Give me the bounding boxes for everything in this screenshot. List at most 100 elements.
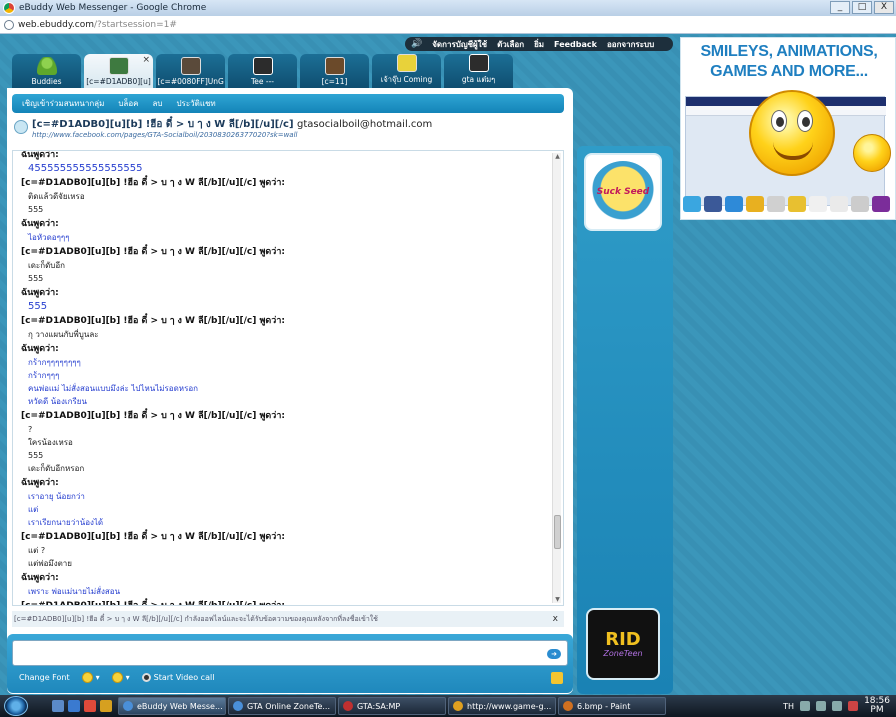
- history-link[interactable]: ประวัติแชท: [176, 97, 215, 110]
- address-bar[interactable]: web.ebuddy.com/?startsession=1#: [0, 16, 896, 34]
- animation-button[interactable]: ▾: [111, 672, 130, 683]
- ad-headline-line2: GAMES AND MORE...: [710, 63, 868, 80]
- network-icon[interactable]: [816, 701, 827, 711]
- menu-options[interactable]: ตัวเลือก: [497, 38, 524, 51]
- message-text: เพราะ พ่อแม่นายไม่สั่งสอน: [28, 587, 121, 596]
- tray-icon[interactable]: [800, 701, 811, 711]
- emoticon-button[interactable]: ▾: [81, 672, 100, 683]
- close-tab-icon[interactable]: ×: [142, 55, 150, 65]
- close-notice-icon[interactable]: x: [553, 611, 558, 627]
- invite-group-link[interactable]: เชิญเข้าร่วมสนทนากลุ่ม: [22, 97, 104, 110]
- menu-feedback[interactable]: Feedback: [554, 40, 597, 49]
- tab-chat-3[interactable]: Tee ---: [228, 54, 297, 88]
- menu-account-settings[interactable]: จัดการบัญชีผู้ใช้: [432, 38, 487, 51]
- message-input[interactable]: ➜: [12, 640, 568, 666]
- message-list: ฉันพูดว่า: 455555555555555555 [c=#D1ADB0][…: [21, 151, 551, 606]
- video-call-button[interactable]: Start Video call: [141, 673, 214, 682]
- antivirus-icon[interactable]: [848, 701, 859, 711]
- task-app-icon: [343, 701, 353, 711]
- scroll-up-icon[interactable]: ▲: [554, 153, 561, 160]
- message-sender: ฉันพูดว่า:: [21, 288, 59, 298]
- tab-chat-2[interactable]: [c=#0080FF]UnG: [156, 54, 225, 88]
- tab-chat-6[interactable]: gta แต๋มๆ: [444, 54, 513, 88]
- photo-avatar-icon: [180, 57, 201, 75]
- rid-logo-text: RID: [605, 628, 641, 650]
- top-menu: 🔊 จัดการบัญชีผู้ใช้ ตัวเลือก ยิ่ม Feedba…: [405, 37, 673, 51]
- suckseed-logo: Suck Seed: [591, 161, 655, 223]
- message-sender: [c=#D1ADB0][u][b] !ฮีอ ดี๋ > บ ๅ ง W ลี[…: [21, 178, 285, 188]
- taskbar-task[interactable]: 6.bmp - Paint: [558, 697, 666, 715]
- message-text: 555: [28, 451, 44, 460]
- taskbar-task[interactable]: GTA Online ZoneTe...: [228, 697, 336, 715]
- icq-icon: [788, 196, 806, 212]
- facebook-icon: [704, 196, 722, 212]
- message-sender: [c=#D1ADB0][u][b] !ฮีอ ดี๋ > บ ๅ ง W ลี[…: [21, 601, 285, 606]
- tab-buddies[interactable]: Buddies: [12, 54, 81, 88]
- message-sender: [c=#D1ADB0][u][b] !ฮีอ ดี๋ > บ ๅ ง W ลี[…: [21, 316, 285, 326]
- contact-display-name: [c=#D1ADB0][u][b] !ฮีอ ดี๋ > บ ๅ ง W ลี[…: [32, 119, 294, 130]
- input-toolbar: Change Font ▾ ▾ Start Video call: [19, 672, 214, 683]
- show-desktop-icon[interactable]: [52, 700, 64, 712]
- maximize-button[interactable]: □: [852, 1, 872, 14]
- taskbar-task[interactable]: http://www.game-g...: [448, 697, 556, 715]
- contact-email: gtasocialboil@hotmail.com: [297, 119, 433, 130]
- message-text: คนพ่อแม่ ไม่สั่งสอนแบบมึงล่ะ ไปไหนไม่รอด…: [28, 384, 199, 393]
- ie-icon[interactable]: [68, 700, 80, 712]
- delete-link[interactable]: ลบ: [152, 97, 162, 110]
- scroll-down-icon[interactable]: ▼: [554, 596, 561, 603]
- url-host: web.ebuddy.com: [18, 19, 94, 30]
- tv-icon: [468, 54, 489, 72]
- minimize-button[interactable]: _: [830, 1, 850, 14]
- close-window-button[interactable]: X: [874, 1, 894, 14]
- chat-subnav: เชิญเข้าร่วมสนทนากลุ่ม บล็อค ลบ ประวัติแ…: [12, 94, 564, 113]
- message-text: เราอายุ น้อยกว่า: [28, 492, 85, 501]
- start-button-icon[interactable]: [4, 696, 28, 716]
- language-indicator[interactable]: TH: [783, 702, 794, 711]
- send-icon[interactable]: ➜: [547, 649, 561, 659]
- aim-icon: [767, 196, 785, 212]
- message-text: เราเรียกนายว่าน้องได้: [28, 518, 104, 527]
- folder-icon[interactable]: [100, 700, 112, 712]
- menu-yim[interactable]: ยิ่ม: [534, 38, 544, 51]
- chrome-icon[interactable]: [84, 700, 96, 712]
- message-text: 555: [28, 274, 44, 283]
- volume-icon[interactable]: [832, 701, 843, 711]
- speaker-icon[interactable]: 🔊: [411, 39, 422, 49]
- message-sender: ฉันพูดว่า:: [21, 478, 59, 488]
- globe-icon: [4, 19, 14, 30]
- message-text: 555: [28, 205, 44, 214]
- offline-notice: [c=#D1ADB0][u][b] !ฮีอ ดี๋ > บ ๅ ง W ลี[…: [12, 611, 564, 627]
- message-text: แต่: [28, 505, 39, 514]
- message-sender: ฉันพูดว่า:: [21, 573, 59, 583]
- task-app-icon: [123, 701, 133, 711]
- message-history[interactable]: ฉันพูดว่า: 455555555555555555 [c=#D1ADB0][…: [12, 150, 564, 606]
- message-sender: [c=#D1ADB0][u][b] !ฮีอ ดี๋ > บ ๅ ง W ลี[…: [21, 532, 285, 542]
- block-link[interactable]: บล็อค: [118, 97, 138, 110]
- scroll-thumb[interactable]: [554, 515, 561, 549]
- twitter-icon: [683, 196, 701, 212]
- nudge-icon[interactable]: [551, 672, 563, 684]
- change-font-button[interactable]: Change Font: [19, 673, 70, 682]
- tab-active-chat[interactable]: × [c=#D1ADB0][u]: [84, 54, 153, 88]
- clock[interactable]: 18:56 PM: [864, 697, 890, 715]
- message-sender: [c=#D1ADB0][u][b] !ฮีอ ดี๋ > บ ๅ ง W ลี[…: [21, 247, 285, 257]
- tab-chat-4[interactable]: [c=11]: [300, 54, 369, 88]
- menu-logout[interactable]: ออกจากระบบ: [607, 38, 654, 51]
- smiley-mouth: [773, 142, 813, 160]
- url-text[interactable]: web.ebuddy.com/?startsession=1#: [18, 20, 177, 30]
- ad-headline: SMILEYS, ANIMATIONS, GAMES AND MORE...: [681, 42, 896, 82]
- advertisement[interactable]: SMILEYS, ANIMATIONS, GAMES AND MORE...: [680, 37, 896, 220]
- message-scrollbar[interactable]: ▲ ▼: [552, 153, 561, 603]
- contact-name: [c=#D1ADB0][u][b] !ฮีอ ดี๋ > บ ๅ ง W ลี[…: [32, 117, 432, 132]
- task-label: http://www.game-g...: [467, 701, 552, 711]
- taskbar-task[interactable]: GTA:SA:MP: [338, 697, 446, 715]
- task-app-icon: [453, 701, 463, 711]
- task-app-icon: [563, 701, 573, 711]
- tab-chat-5[interactable]: เจ้าจุ๊บ Coming: [372, 54, 441, 88]
- tab-label: Tee ---: [250, 77, 275, 86]
- contact-tabs: Buddies × [c=#D1ADB0][u] [c=#0080FF]UnG …: [12, 54, 513, 88]
- taskbar-task[interactable]: eBuddy Web Messe...: [118, 697, 226, 715]
- contact-url[interactable]: http://www.facebook.com/pages/GTA-Social…: [32, 131, 297, 139]
- message-text: กร้ากๆๆๆ: [28, 371, 60, 380]
- gta-avatar-icon: [108, 57, 129, 75]
